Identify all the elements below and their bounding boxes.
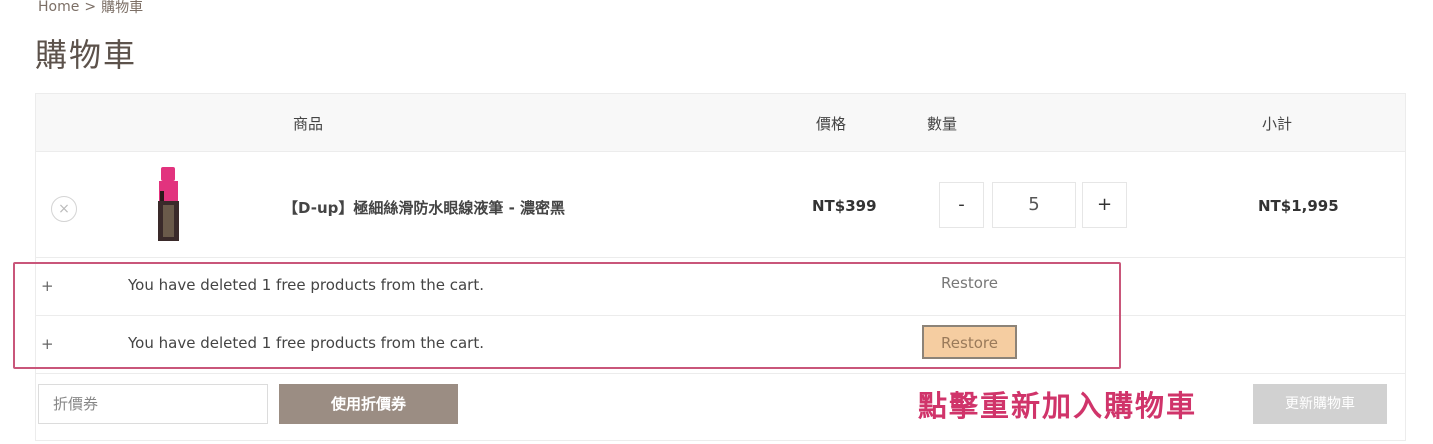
- quantity-input[interactable]: 5: [992, 182, 1076, 228]
- quantity-decrease-button[interactable]: -: [939, 182, 984, 228]
- restore-button[interactable]: Restore: [922, 267, 1017, 301]
- apply-coupon-button[interactable]: 使用折價券: [279, 384, 458, 424]
- breadcrumb-home-link[interactable]: Home: [38, 0, 79, 15]
- header-price: 價格: [816, 115, 847, 133]
- product-name-link[interactable]: 【D-up】極細絲滑防水眼線液筆 - 濃密黑: [283, 197, 565, 218]
- header-product: 商品: [293, 115, 324, 133]
- annotation-text: 點擊重新加入購物車: [918, 389, 1198, 423]
- deleted-notice-message: You have deleted 1 free products from th…: [128, 334, 484, 352]
- product-subtotal: NT$1,995: [1258, 197, 1339, 215]
- breadcrumb: Home > 購物車: [38, 0, 143, 17]
- deleted-notice-row: + You have deleted 1 free products from …: [36, 316, 1405, 374]
- breadcrumb-separator: >: [84, 0, 97, 15]
- expand-plus-icon[interactable]: +: [41, 335, 54, 353]
- table-row: × 【D-up】極細絲滑防水眼線液筆 - 濃密黑 NT$399 - 5 + NT…: [36, 152, 1405, 258]
- product-price: NT$399: [812, 197, 877, 215]
- product-thumbnail[interactable]: [146, 167, 191, 243]
- expand-plus-icon[interactable]: +: [41, 277, 54, 295]
- coupon-input[interactable]: [38, 384, 268, 424]
- quantity-increase-button[interactable]: +: [1082, 182, 1127, 228]
- breadcrumb-current: 購物車: [101, 0, 144, 16]
- header-subtotal: 小計: [1262, 115, 1293, 133]
- table-header-row: 商品 價格 數量 小計: [36, 94, 1405, 152]
- deleted-notice-row: + You have deleted 1 free products from …: [36, 258, 1405, 316]
- update-cart-button[interactable]: 更新購物車: [1253, 384, 1387, 424]
- header-quantity: 數量: [927, 115, 958, 133]
- remove-item-icon[interactable]: ×: [51, 196, 77, 222]
- deleted-notice-message: You have deleted 1 free products from th…: [128, 276, 484, 294]
- restore-button-highlighted[interactable]: Restore: [922, 325, 1017, 359]
- page-title: 購物車: [35, 36, 138, 74]
